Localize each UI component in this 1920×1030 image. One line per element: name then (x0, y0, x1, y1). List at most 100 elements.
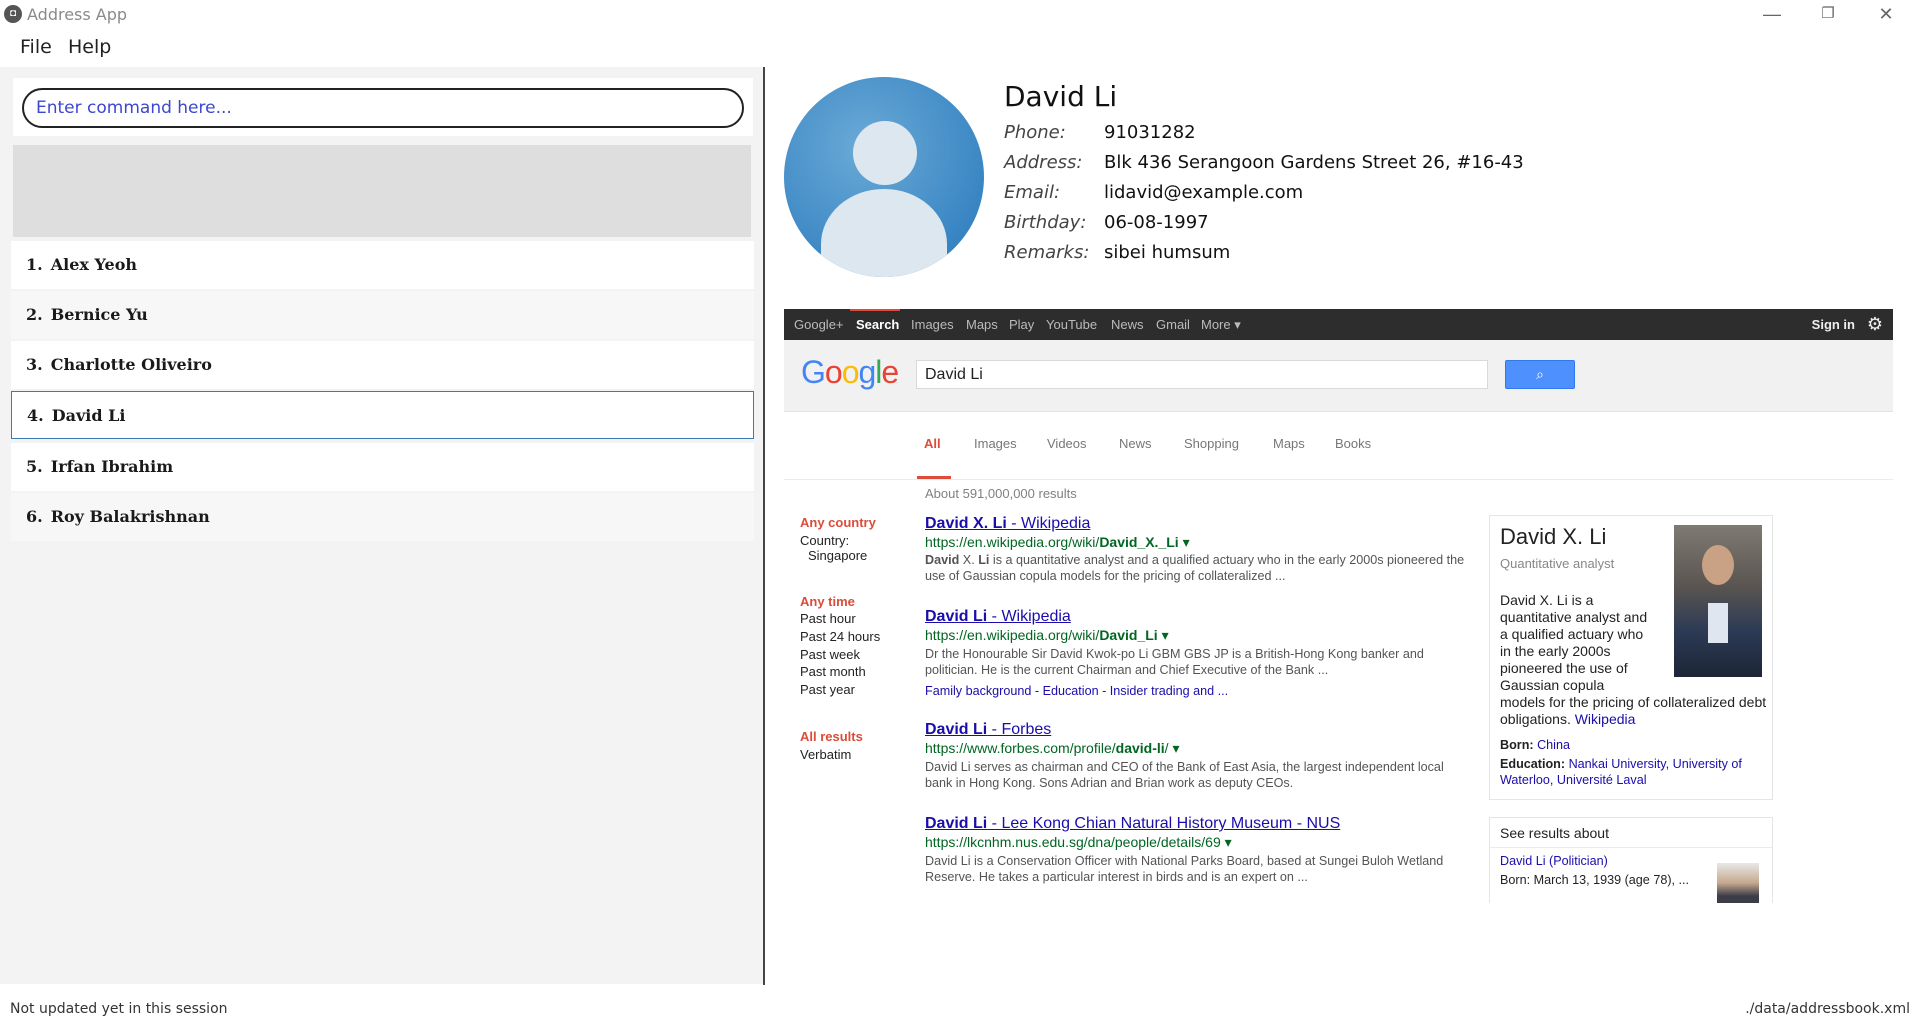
tab-books[interactable]: Books (1335, 436, 1371, 451)
result-title-bold: David X. Li (925, 515, 1007, 532)
google-search-button[interactable]: ⌕ (1505, 360, 1575, 389)
tool-time-item[interactable]: Past month (800, 664, 866, 679)
result-title-bold: David Li (925, 608, 988, 625)
tool-verbatim[interactable]: Verbatim (800, 747, 851, 762)
person-card-name: Charlotte Oliveiro (50, 355, 212, 374)
result-title-link[interactable]: David Li - Wikipedia (925, 608, 1071, 626)
person-card[interactable]: 1. Alex Yeoh (11, 241, 754, 289)
result-title-rest: - Wikipedia (1006, 515, 1091, 532)
tool-all-results[interactable]: All results (800, 729, 863, 744)
tab-all[interactable]: All (924, 436, 941, 451)
menu-file[interactable]: File (20, 36, 52, 58)
command-input[interactable] (22, 88, 744, 128)
restore-button[interactable]: ❐ (1805, 0, 1851, 30)
result-title-rest: - Lee Kong Chian Natural History Museum … (987, 815, 1341, 832)
kp-born: Born: China (1500, 738, 1570, 752)
menu-help[interactable]: Help (68, 36, 111, 58)
result-title-link[interactable]: David X. Li - Wikipedia (925, 515, 1090, 533)
tool-any-country[interactable]: Any country (800, 515, 876, 530)
gbar-more[interactable]: More ▾ (1201, 317, 1241, 333)
save-location: ./data/addressbook.xml (1745, 1001, 1910, 1017)
person-card-name: Alex Yeoh (50, 255, 137, 274)
tool-time-item[interactable]: Past week (800, 647, 860, 662)
kp-desc-line: quantitative analyst and (1500, 609, 1648, 625)
tab-videos[interactable]: Videos (1047, 436, 1087, 451)
gbar-gmail[interactable]: Gmail (1156, 317, 1190, 332)
tool-country-value[interactable]: Singapore (808, 548, 867, 563)
sra-born: Born: March 13, 1939 (age 78), ... (1500, 873, 1690, 887)
google-search-input[interactable] (916, 360, 1488, 389)
title-bar (0, 0, 1920, 30)
result-url: https://en.wikipedia.org/wiki/David_Li ▾ (925, 627, 1169, 644)
gbar-news[interactable]: News (1111, 317, 1144, 332)
chevron-down-icon[interactable]: ▾ (1225, 834, 1232, 850)
result-snippet: David X. Li is a quantitative analyst an… (925, 552, 1473, 584)
person-card[interactable]: 6. Roy Balakrishnan (11, 493, 754, 541)
google-logo-letter: e (881, 354, 899, 390)
close-button[interactable]: ✕ (1863, 0, 1909, 30)
person-card[interactable]: 5. Irfan Ibrahim (11, 443, 754, 491)
result-title-rest: - Forbes (987, 721, 1052, 738)
browser-panel[interactable]: Google+ Search Images Maps Play YouTube … (784, 309, 1893, 903)
kp-title: David X. Li (1500, 524, 1607, 549)
avatar-body (821, 189, 947, 277)
tab-images[interactable]: Images (974, 436, 1017, 451)
result-sitelinks[interactable]: Family background - Education - Insider … (925, 684, 1228, 698)
result-display (13, 145, 751, 237)
kp-education: Education: Nankai University, University… (1500, 756, 1768, 788)
tool-time-item[interactable]: Past hour (800, 611, 856, 626)
email-label: Email: (1004, 182, 1061, 203)
kp-born-value[interactable]: China (1537, 738, 1570, 752)
avatar-head (853, 121, 917, 185)
kp-born-label: Born: (1500, 738, 1534, 752)
kp-photo-face (1702, 545, 1734, 585)
gbar-images[interactable]: Images (911, 317, 954, 332)
result-title-link[interactable]: David Li - Forbes (925, 721, 1051, 739)
google-logo-letter: o (824, 354, 843, 390)
sra-photo[interactable] (1717, 863, 1759, 903)
person-card[interactable]: 2. Bernice Yu (11, 291, 754, 339)
address-value: Blk 436 Serangoon Gardens Street 26, #16… (1104, 152, 1524, 173)
person-index: 1. (26, 255, 43, 274)
person-index: 2. (26, 305, 43, 324)
tab-news[interactable]: News (1119, 436, 1152, 451)
tool-country-label: Country: (800, 533, 850, 548)
result-title-bold: David Li (925, 815, 988, 832)
sign-in-link[interactable]: Sign in (1812, 317, 1855, 332)
split-pane-divider[interactable] (763, 67, 765, 985)
minimize-button[interactable]: — (1749, 0, 1795, 30)
gbar-maps[interactable]: Maps (966, 317, 998, 332)
person-card[interactable]: 4. David Li (11, 391, 754, 439)
result-stats: About 591,000,000 results (925, 486, 1077, 501)
chevron-down-icon[interactable]: ▾ (1172, 740, 1179, 756)
kp-desc-line: David X. Li is a (1500, 592, 1594, 608)
tab-shopping[interactable]: Shopping (1184, 436, 1239, 451)
google-top-bar: Google+ Search Images Maps Play YouTube … (784, 309, 1893, 340)
gbar-googleplus[interactable]: Google+ (794, 317, 844, 332)
gbar-search[interactable]: Search (856, 317, 899, 332)
kp-wikipedia-link[interactable]: Wikipedia (1575, 711, 1636, 727)
chevron-down-icon[interactable]: ▾ (1162, 627, 1169, 643)
chevron-down-icon[interactable]: ▾ (1183, 534, 1190, 550)
result-url-bold: david-li (1115, 740, 1165, 756)
gbar-active-indicator (850, 309, 900, 311)
tool-any-time[interactable]: Any time (800, 594, 855, 609)
sra-link[interactable]: David Li (Politician) (1500, 854, 1608, 868)
result-title-link[interactable]: David Li - Lee Kong Chian Natural Histor… (925, 815, 1340, 833)
tool-time-item[interactable]: Past year (800, 682, 855, 697)
person-card-name: Roy Balakrishnan (50, 507, 210, 526)
gbar-youtube[interactable]: YouTube (1046, 317, 1097, 332)
tool-time-item[interactable]: Past 24 hours (800, 629, 880, 644)
result-url-plain: https://en.wikipedia.org/wiki/ (925, 534, 1100, 550)
gbar-play[interactable]: Play (1009, 317, 1034, 332)
result-url: https://en.wikipedia.org/wiki/David_X._L… (925, 534, 1190, 551)
person-card[interactable]: 3. Charlotte Oliveiro (11, 341, 754, 389)
google-logo[interactable]: Google (801, 354, 899, 391)
sra-title: See results about (1500, 825, 1609, 841)
gear-icon[interactable]: ⚙ (1867, 314, 1883, 335)
tab-maps[interactable]: Maps (1273, 436, 1305, 451)
birthday-value: 06-08-1997 (1104, 212, 1209, 233)
person-card-name: Bernice Yu (50, 305, 148, 324)
avatar (784, 77, 984, 277)
person-name: David Li (1004, 80, 1118, 113)
